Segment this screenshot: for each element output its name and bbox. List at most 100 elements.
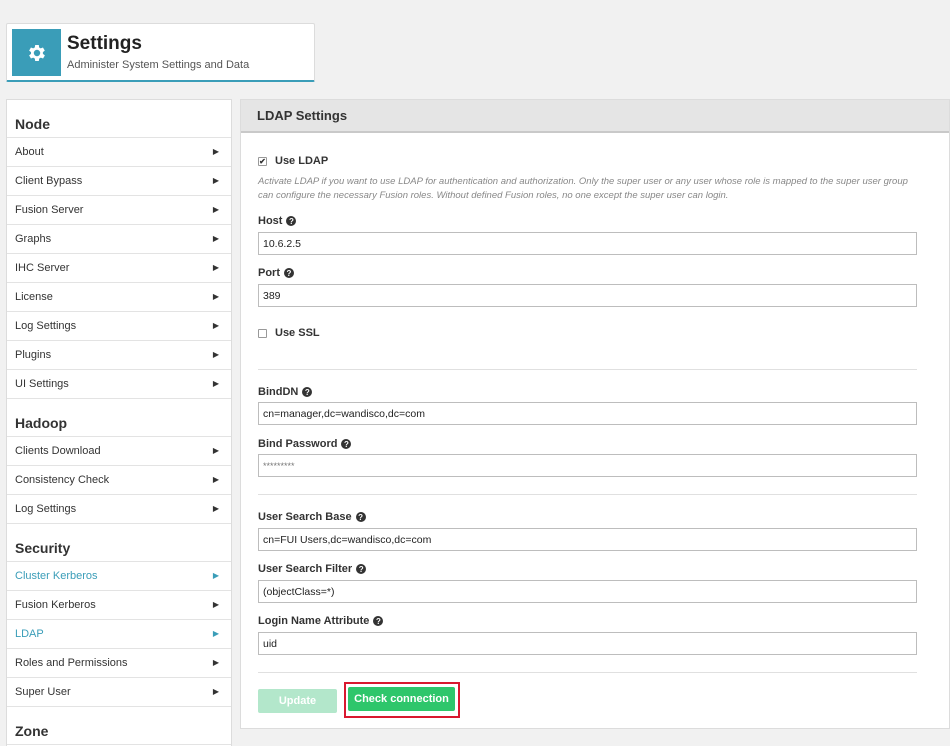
login-name-attribute-label: Login Name Attribute <box>258 615 370 627</box>
sidebar-section-security: Security <box>7 524 231 562</box>
sidebar-item-label: Log Settings <box>15 503 77 515</box>
sidebar-item-label: Roles and Permissions <box>15 657 128 669</box>
page-subtitle: Administer System Settings and Data <box>67 59 250 71</box>
use-ssl-checkbox[interactable] <box>258 328 267 338</box>
sidebar-item-label: Client Bypass <box>15 175 83 187</box>
chevron-right-icon: ▶ <box>212 475 219 484</box>
page-title: Settings <box>67 33 142 54</box>
chevron-right-icon: ▶ <box>212 234 219 243</box>
sidebar-item-label: Log Settings <box>15 320 77 332</box>
sidebar-section-zone: Zone <box>7 707 231 745</box>
use-ldap-checkbox[interactable]: ✔ <box>258 156 267 166</box>
sidebar-item-label: Clients Download <box>15 445 101 457</box>
question-circle-icon[interactable]: ? <box>302 387 313 397</box>
chevron-right-icon: ▶ <box>212 687 219 696</box>
question-circle-icon[interactable]: ? <box>356 564 367 574</box>
check-connection-highlight: Check connection <box>344 682 460 718</box>
bind-password-label-row: Bind Password ? <box>258 438 352 450</box>
sidebar-item-label: Fusion Kerberos <box>15 599 96 611</box>
question-circle-icon[interactable]: ? <box>355 512 366 522</box>
chevron-right-icon: ▶ <box>212 176 219 185</box>
chevron-right-icon: ▶ <box>212 205 219 214</box>
page-header: Settings Administer System Settings and … <box>6 23 315 82</box>
chevron-right-icon: ▶ <box>212 321 219 330</box>
user-search-filter-label-row: User Search Filter ? <box>258 563 367 575</box>
sidebar-item-cluster-kerberos[interactable]: Cluster Kerberos ▶ <box>7 562 231 591</box>
sidebar-item-ui-settings[interactable]: UI Settings ▶ <box>7 370 231 399</box>
bind-password-label: Bind Password <box>258 438 338 450</box>
use-ldap-label: Use LDAP <box>275 155 329 167</box>
panel-title: LDAP Settings <box>241 100 949 133</box>
chevron-right-icon: ▶ <box>212 504 219 513</box>
sidebar-item-client-bypass[interactable]: Client Bypass ▶ <box>7 167 231 196</box>
ldap-help-text: Activate LDAP if you want to use LDAP fo… <box>258 176 908 201</box>
gear-icon <box>12 29 61 76</box>
chevron-right-icon: ▶ <box>212 629 219 638</box>
sidebar-item-ldap[interactable]: LDAP ▶ <box>7 620 231 649</box>
user-search-filter-input[interactable] <box>258 580 917 603</box>
chevron-right-icon: ▶ <box>212 350 219 359</box>
sidebar-item-label: Plugins <box>15 349 52 361</box>
sidebar-section-node: Node <box>7 100 231 138</box>
binddn-label-row: BindDN ? <box>258 386 313 398</box>
sidebar-item-license[interactable]: License ▶ <box>7 283 231 312</box>
sidebar-item-label: About <box>15 146 44 158</box>
user-search-base-label-row: User Search Base ? <box>258 511 366 523</box>
use-ssl-row: Use SSL <box>258 327 320 339</box>
bind-password-input[interactable] <box>258 454 917 477</box>
sidebar-item-label: Graphs <box>15 233 52 245</box>
chevron-right-icon: ▶ <box>212 600 219 609</box>
sidebar-item-label: IHC Server <box>15 262 70 274</box>
question-circle-icon[interactable]: ? <box>373 616 384 626</box>
chevron-right-icon: ▶ <box>212 379 219 388</box>
sidebar-section-hadoop: Hadoop <box>7 399 231 437</box>
sidebar-item-about[interactable]: About ▶ <box>7 138 231 167</box>
chevron-right-icon: ▶ <box>212 147 219 156</box>
sidebar-item-label: Fusion Server <box>15 204 84 216</box>
port-input[interactable] <box>258 284 917 307</box>
sidebar-item-label: Super User <box>15 686 71 698</box>
update-button[interactable]: Update <box>258 689 337 713</box>
question-circle-icon[interactable]: ? <box>286 216 297 226</box>
binddn-label: BindDN <box>258 386 299 398</box>
chevron-right-icon: ▶ <box>212 263 219 272</box>
sidebar-item-log-settings[interactable]: Log Settings ▶ <box>7 312 231 341</box>
sidebar-item-consistency-check[interactable]: Consistency Check ▶ <box>7 466 231 495</box>
sidebar-item-roles-and-permissions[interactable]: Roles and Permissions ▶ <box>7 649 231 678</box>
port-label-row: Port ? <box>258 267 294 279</box>
sidebar-item-label: Consistency Check <box>15 474 110 486</box>
settings-sidebar: Node About ▶ Client Bypass ▶ Fusion Server ▶ Gr… <box>6 99 232 746</box>
sidebar-item-label: UI Settings <box>15 378 69 390</box>
check-connection-button[interactable]: Check connection <box>348 687 455 711</box>
use-ssl-label: Use SSL <box>275 327 320 339</box>
question-circle-icon[interactable]: ? <box>284 268 294 278</box>
divider <box>258 369 917 370</box>
chevron-right-icon: ▶ <box>212 292 219 301</box>
host-input[interactable] <box>258 232 917 255</box>
question-circle-icon[interactable]: ? <box>341 439 352 449</box>
host-label: Host <box>258 215 283 227</box>
ldap-settings-panel: LDAP Settings ✔ Use LDAP Activate LDAP i… <box>240 99 950 729</box>
sidebar-item-super-user[interactable]: Super User ▶ <box>7 678 231 707</box>
sidebar-item-plugins[interactable]: Plugins ▶ <box>7 341 231 370</box>
divider <box>258 494 917 495</box>
chevron-right-icon: ▶ <box>212 446 219 455</box>
user-search-filter-label: User Search Filter <box>258 563 353 575</box>
binddn-input[interactable] <box>258 402 917 425</box>
use-ldap-row: ✔ Use LDAP <box>258 155 328 167</box>
user-search-base-label: User Search Base <box>258 511 352 523</box>
sidebar-item-label: LDAP <box>15 628 44 640</box>
sidebar-item-fusion-kerberos[interactable]: Fusion Kerberos ▶ <box>7 591 231 620</box>
divider <box>258 672 917 673</box>
port-label: Port <box>258 267 280 279</box>
host-label-row: Host ? <box>258 215 297 227</box>
user-search-base-input[interactable] <box>258 528 917 551</box>
chevron-right-icon: ▶ <box>212 658 219 667</box>
sidebar-item-graphs[interactable]: Graphs ▶ <box>7 225 231 254</box>
sidebar-item-log-settings[interactable]: Log Settings ▶ <box>7 495 231 524</box>
sidebar-item-label: License <box>15 291 53 303</box>
login-name-attribute-input[interactable] <box>258 632 917 655</box>
sidebar-item-clients-download[interactable]: Clients Download ▶ <box>7 437 231 466</box>
sidebar-item-ihc-server[interactable]: IHC Server ▶ <box>7 254 231 283</box>
sidebar-item-fusion-server[interactable]: Fusion Server ▶ <box>7 196 231 225</box>
